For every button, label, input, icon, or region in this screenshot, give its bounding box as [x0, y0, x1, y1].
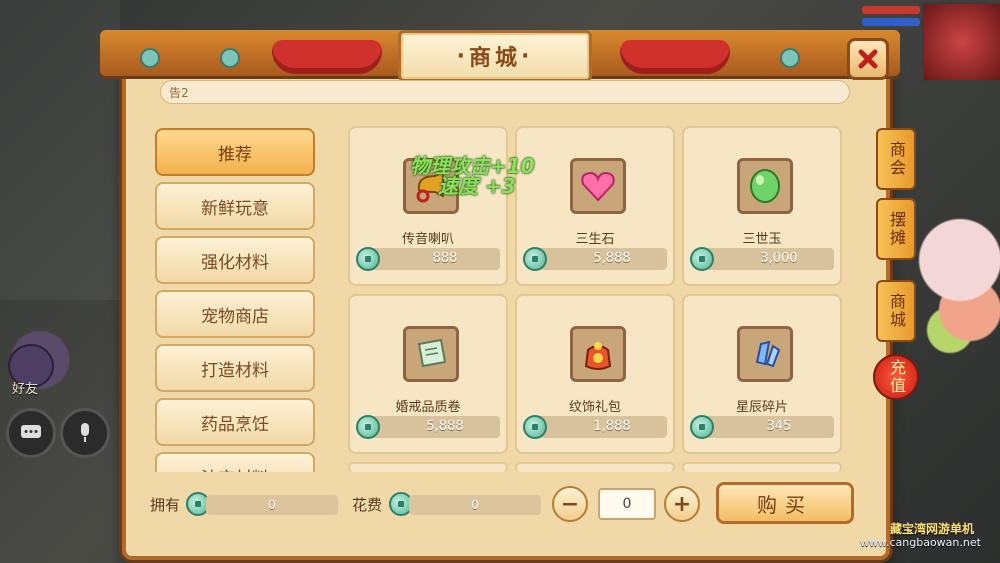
item-card[interactable]: 星辰碎片 345 [682, 294, 842, 454]
coin-icon [523, 247, 547, 271]
owned-bar: 0 [206, 495, 338, 515]
category-novelty[interactable]: 新鲜玩意 [155, 182, 315, 230]
item-name: 婚戒品质卷 [395, 400, 461, 415]
owned-label: 拥有 [150, 496, 181, 514]
item-price: 5,888 [593, 251, 631, 266]
item-name: 星辰碎片 [735, 400, 788, 415]
notice-bar: 告2 [160, 80, 850, 104]
item-card[interactable]: 三世玉 3,000 [682, 126, 842, 286]
item-name: 传音喇叭 [401, 232, 454, 247]
price-bar: 3,000 [696, 248, 834, 270]
category-pet-shop[interactable]: 宠物商店 [155, 290, 315, 338]
price-bar: 888 [362, 248, 500, 270]
item-card[interactable]: 婚戒品质卷 5,888 [348, 294, 508, 454]
scroll-icon [403, 326, 459, 382]
item-card[interactable]: 纹饰礼包 1,888 [515, 294, 675, 454]
item-price: 1,888 [593, 419, 631, 434]
item-price: 5,888 [426, 419, 464, 434]
item-price: 3,000 [760, 251, 798, 266]
close-button[interactable] [847, 38, 889, 80]
price-bar: 1,888 [529, 416, 667, 438]
left-ribbon [272, 40, 382, 74]
friends-label: 好友 [12, 382, 39, 397]
category-treasure-materials[interactable]: 法宝材料 [155, 452, 315, 472]
category-recommended[interactable]: 推荐 [155, 128, 315, 176]
tab-chamber-of-commerce[interactable]: 商会 [876, 128, 916, 190]
buy-button[interactable]: 购买 [716, 482, 854, 524]
watermark-brand: 藏宝湾网游单机 [890, 522, 975, 536]
page-title: · 商城 · [398, 30, 592, 82]
cost-value: 0 [471, 498, 479, 512]
price-bar: 345 [696, 416, 834, 438]
close-icon [858, 49, 878, 69]
item-name: 纹饰礼包 [568, 400, 621, 415]
item-name: 三生石 [575, 232, 615, 247]
coin-icon [356, 247, 380, 271]
hp-bar [862, 6, 920, 14]
coin-icon [690, 415, 714, 439]
item-card[interactable]: 三生石 5,888 [515, 126, 675, 286]
category-medicine-cooking[interactable]: 药品烹饪 [155, 398, 315, 446]
gift-bag-icon [570, 326, 626, 382]
item-name: 三世玉 [742, 232, 782, 247]
item-price: 345 [766, 419, 792, 434]
category-forging-materials[interactable]: 打造材料 [155, 344, 315, 392]
tab-mall[interactable]: 商城 [876, 280, 916, 342]
recharge-button[interactable]: 充值 [873, 354, 919, 400]
right-ribbon [620, 40, 730, 74]
tab-stall[interactable]: 摆摊 [876, 198, 916, 260]
crystal-icon [737, 326, 793, 382]
owned-value: 0 [268, 498, 276, 512]
price-bar: 5,888 [529, 248, 667, 270]
category-enhance-materials[interactable]: 强化材料 [155, 236, 315, 284]
green-jade-icon [737, 158, 793, 214]
quantity-field[interactable]: 0 [598, 488, 656, 520]
microphone-icon[interactable] [60, 408, 110, 458]
floating-speed-text: 速度 +3 [438, 174, 516, 198]
coin-icon [356, 415, 380, 439]
item-card[interactable] [682, 462, 842, 472]
cost-bar: 0 [409, 495, 541, 515]
item-card[interactable] [515, 462, 675, 472]
notice-text: 告2 [169, 86, 189, 100]
increase-quantity-button[interactable]: + [664, 486, 700, 522]
chat-icon[interactable] [6, 408, 56, 458]
coin-icon [523, 415, 547, 439]
heart-stone-icon [570, 158, 626, 214]
player-portrait[interactable] [922, 2, 1000, 82]
watermark-url: www.cangbaowan.net [860, 536, 981, 549]
price-bar: 5,888 [362, 416, 500, 438]
cost-label: 花费 [352, 496, 383, 514]
category-list[interactable]: 推荐 新鲜玩意 强化材料 宠物商店 打造材料 药品烹饪 法宝材料 [150, 122, 322, 472]
coin-icon [690, 247, 714, 271]
item-price: 888 [432, 251, 458, 266]
mp-bar [862, 18, 920, 26]
decrease-quantity-button[interactable]: − [552, 486, 588, 522]
item-card[interactable] [348, 462, 508, 472]
